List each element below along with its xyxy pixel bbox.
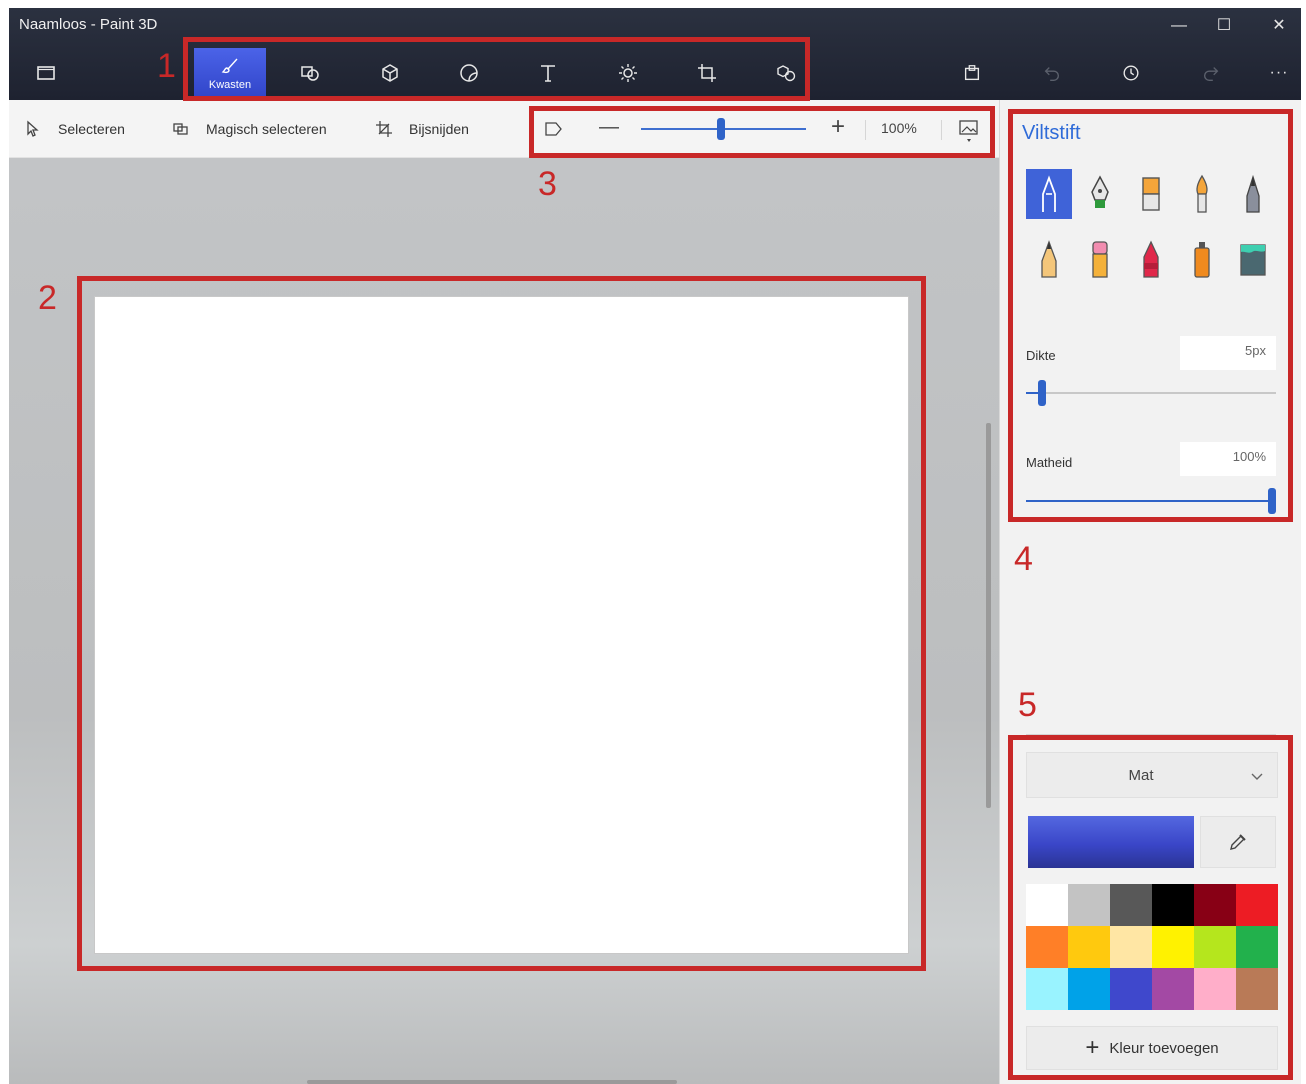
paste-icon — [964, 65, 980, 81]
magic-select-button[interactable]: Magisch selecteren — [172, 118, 327, 140]
annotation-number-3: 3 — [538, 165, 557, 203]
history-icon — [1123, 65, 1139, 81]
magic-select-label: Magisch selecteren — [206, 121, 327, 137]
annotation-number-5: 5 — [1018, 686, 1037, 724]
vertical-scrollbar[interactable] — [986, 423, 991, 808]
magic-select-icon — [173, 123, 188, 135]
select-label: Selecteren — [58, 121, 125, 137]
annotation-number-1: 1 — [157, 47, 176, 85]
annotation-number-2: 2 — [38, 279, 57, 317]
annotation-box-colors — [1008, 735, 1293, 1080]
history-button[interactable] — [1116, 60, 1146, 86]
more-icon: ··· — [1269, 64, 1289, 81]
redo-icon — [1204, 67, 1219, 81]
crop-button[interactable]: Bijsnijden — [375, 118, 469, 140]
crop-label: Bijsnijden — [409, 121, 469, 137]
folder-icon — [37, 66, 55, 80]
annotation-box-brush-settings — [1008, 109, 1293, 522]
select-button[interactable]: Selecteren — [24, 118, 125, 140]
more-button[interactable]: ··· — [1264, 60, 1294, 86]
annotation-box-tools — [183, 37, 810, 101]
horizontal-scrollbar[interactable] — [307, 1080, 677, 1084]
crop-icon — [376, 121, 392, 137]
undo-icon — [1044, 67, 1059, 81]
undo-button[interactable] — [1037, 60, 1067, 86]
window-title: Naamloos - Paint 3D — [19, 16, 158, 33]
annotation-box-canvas — [77, 276, 926, 971]
annotation-number-4: 4 — [1014, 540, 1033, 578]
redo-button[interactable] — [1196, 60, 1226, 86]
maximize-button[interactable]: ☐ — [1209, 14, 1239, 38]
close-button[interactable]: ✕ — [1264, 14, 1294, 38]
minimize-button[interactable]: — — [1164, 14, 1194, 38]
paste-button[interactable] — [957, 60, 987, 86]
select-cursor-icon — [27, 120, 39, 137]
annotation-box-zoom — [529, 106, 995, 158]
menu-folder-button[interactable] — [31, 60, 61, 86]
